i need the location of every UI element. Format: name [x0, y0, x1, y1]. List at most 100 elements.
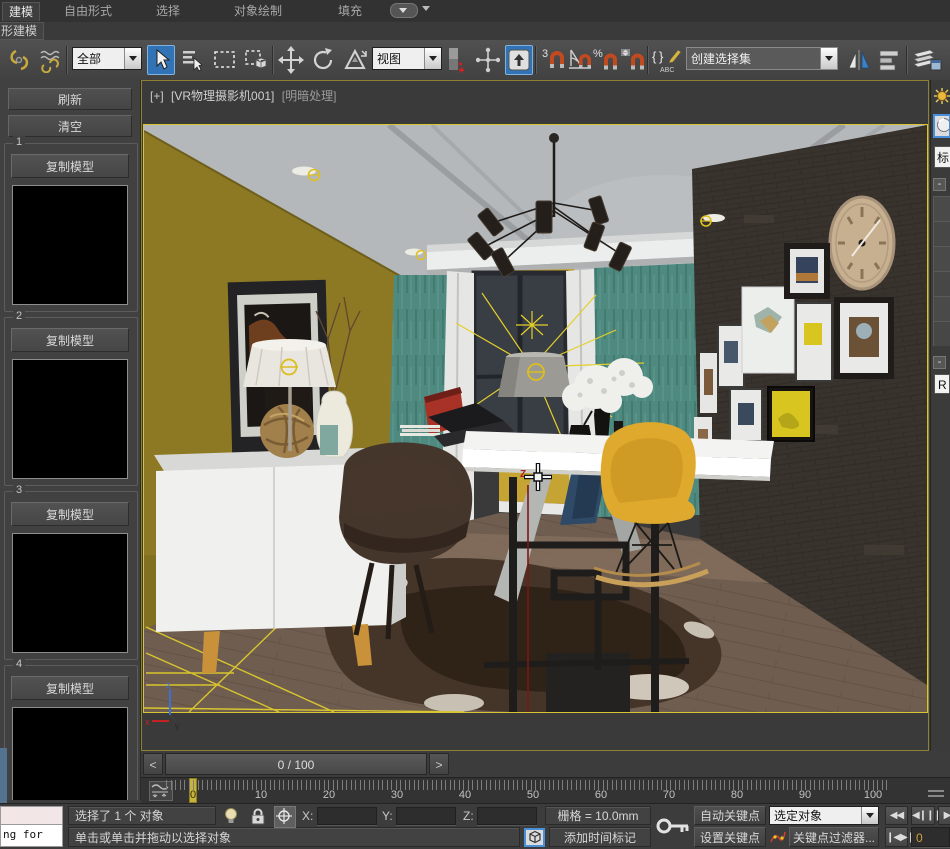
object-type-button[interactable]	[934, 247, 950, 272]
select-by-name-button[interactable]	[179, 45, 207, 75]
viewport-menu-plus[interactable]: [+]	[150, 89, 164, 103]
copy-model-button-2[interactable]: 复制模型	[11, 328, 129, 352]
bind-to-space-warp-icon[interactable]	[36, 45, 64, 75]
x-coord-field[interactable]	[317, 807, 377, 825]
status-bar: ng for ALI 选择了 1 个 对象 单击或单击并拖动以选择对象 X: Y…	[0, 803, 950, 847]
render-scene[interactable]: Z	[144, 125, 927, 712]
object-type-button[interactable]	[934, 222, 950, 247]
frame-label: 100	[864, 789, 882, 801]
play-button[interactable]: ▶	[938, 806, 950, 825]
select-and-scale-button[interactable]	[341, 45, 369, 75]
model-preview-2[interactable]	[12, 359, 128, 479]
select-and-link-icon[interactable]	[6, 45, 34, 75]
copy-model-button-4[interactable]: 复制模型	[11, 676, 129, 700]
name-color-rollout-field[interactable]: R	[934, 374, 950, 394]
ribbon-panel-polygon-modeling[interactable]: 形建模	[0, 22, 44, 40]
object-category-dropdown[interactable]: 标	[934, 146, 950, 168]
object-type-button[interactable]	[934, 197, 950, 222]
viewport-camera-label[interactable]: [VR物理摄影机001]	[171, 89, 274, 103]
named-selection-set-dropdown[interactable]: 创建选择集	[686, 47, 838, 70]
maxscript-listener-line[interactable]: ng for ALI	[0, 825, 63, 847]
model-preview-4[interactable]	[12, 707, 128, 800]
set-keys-key-icon[interactable]	[656, 812, 690, 840]
isolate-selection-toggle[interactable]	[524, 828, 545, 847]
paper-stack[interactable]	[400, 425, 440, 436]
ribbon-panel-bar: 形建模	[0, 22, 950, 41]
ribbon-tab-populate[interactable]: 填充	[332, 2, 368, 20]
ribbon-tab-selection[interactable]: 选择	[150, 2, 186, 20]
object-type-button[interactable]	[934, 322, 950, 346]
rollout-collapse-button[interactable]: -	[933, 178, 946, 191]
spinner-snap-toggle-button[interactable]	[618, 45, 646, 75]
ribbon-tab-modeling[interactable]: 建模	[2, 2, 40, 21]
mirror-button[interactable]	[845, 45, 873, 75]
driftwood-sphere[interactable]	[260, 404, 314, 458]
refresh-button[interactable]: 刷新	[8, 88, 132, 110]
select-and-rotate-button[interactable]	[309, 45, 337, 75]
select-object-button[interactable]	[147, 45, 175, 75]
percent-snap-toggle-button[interactable]: %	[592, 45, 620, 75]
key-filters-curve-icon[interactable]	[769, 829, 787, 846]
camera-viewport[interactable]: [+] [VR物理摄影机001] [明暗处理]	[141, 80, 929, 751]
viewport-shading-label[interactable]: [明暗处理]	[282, 89, 337, 103]
ribbon-minimize-icon[interactable]	[390, 3, 418, 18]
layer-manager-button[interactable]	[910, 45, 944, 75]
keyboard-shortcut-override-toggle[interactable]	[505, 45, 533, 75]
geometry-category-button[interactable]	[933, 114, 950, 138]
dropdown-arrow-icon[interactable]	[861, 807, 878, 824]
model-preview-1[interactable]	[12, 185, 128, 305]
ribbon-tab-object-paint[interactable]: 对象绘制	[228, 2, 288, 20]
auto-key-button[interactable]: 自动关键点	[694, 806, 766, 825]
time-slider-row: < 0 / 100 >	[141, 751, 950, 777]
edit-named-selection-sets-button[interactable]: { }ABC	[651, 45, 683, 75]
clear-button[interactable]: 清空	[8, 115, 132, 137]
selection-lock-icon[interactable]	[250, 807, 266, 825]
copy-model-button-3[interactable]: 复制模型	[11, 502, 129, 526]
resize-grip[interactable]	[928, 790, 944, 792]
maxscript-listener-macro-line[interactable]	[0, 806, 63, 825]
rollout-collapse-button[interactable]: -	[933, 356, 946, 369]
resize-grip[interactable]	[928, 795, 944, 797]
model-slot-group-2: 2 复制模型	[4, 317, 138, 486]
track-bar[interactable]: 0102030405060708090100	[141, 777, 950, 804]
time-slider-prev-button[interactable]: <	[143, 753, 163, 775]
svg-text:%: %	[593, 48, 603, 60]
previous-frame-button[interactable]: ◀❙❙❙	[911, 806, 935, 825]
dropdown-arrow-icon[interactable]	[124, 48, 141, 69]
wall-clock[interactable]	[830, 197, 894, 289]
y-coord-field[interactable]	[396, 807, 456, 825]
prompt-lightbulb-icon[interactable]	[224, 807, 238, 825]
model-preview-3[interactable]	[12, 533, 128, 653]
key-mode-toggle-button[interactable]: ❙◀▶❙	[885, 827, 908, 847]
create-panel-tab-icon[interactable]	[934, 88, 950, 104]
object-type-button[interactable]	[934, 297, 950, 322]
ribbon-tab-freeform[interactable]: 自由形式	[58, 2, 118, 20]
absolute-offset-mode-button[interactable]	[274, 806, 296, 828]
current-frame-field[interactable]: 0	[911, 827, 950, 847]
snaps-toggle-3d-button[interactable]: 3	[540, 45, 568, 75]
align-button[interactable]	[876, 45, 904, 75]
key-filter-selection-dropdown[interactable]: 选定对象	[769, 806, 879, 825]
ribbon-minimize-arrow-icon[interactable]	[422, 6, 430, 11]
use-pivot-point-center-icon[interactable]	[443, 45, 469, 75]
time-slider-next-button[interactable]: >	[429, 753, 449, 775]
set-key-button[interactable]: 设置关键点	[694, 827, 766, 847]
go-to-start-button[interactable]: ◀◀	[885, 806, 908, 825]
key-filters-button[interactable]: 关键点过滤器...	[789, 827, 879, 847]
copy-model-button-1[interactable]: 复制模型	[11, 154, 129, 178]
frame-label: 50	[527, 789, 539, 801]
dropdown-arrow-icon[interactable]	[424, 48, 441, 69]
dropdown-arrow-icon[interactable]	[820, 48, 837, 69]
time-slider-handle[interactable]: 0 / 100	[165, 753, 427, 775]
add-time-tag[interactable]: 添加时间标记	[549, 827, 651, 847]
rectangular-selection-region-button[interactable]	[211, 45, 239, 75]
angle-snap-toggle-button[interactable]	[566, 45, 594, 75]
window-crossing-toggle-button[interactable]	[242, 45, 270, 75]
glass-cup[interactable]	[320, 425, 338, 455]
object-type-button[interactable]	[934, 272, 950, 297]
reference-coordinate-dropdown[interactable]: 视图	[372, 47, 442, 70]
select-and-manipulate-button[interactable]	[474, 45, 502, 75]
selection-filter-dropdown[interactable]: 全部	[72, 47, 142, 70]
z-coord-field[interactable]	[477, 807, 537, 825]
select-and-move-button[interactable]	[277, 45, 305, 75]
